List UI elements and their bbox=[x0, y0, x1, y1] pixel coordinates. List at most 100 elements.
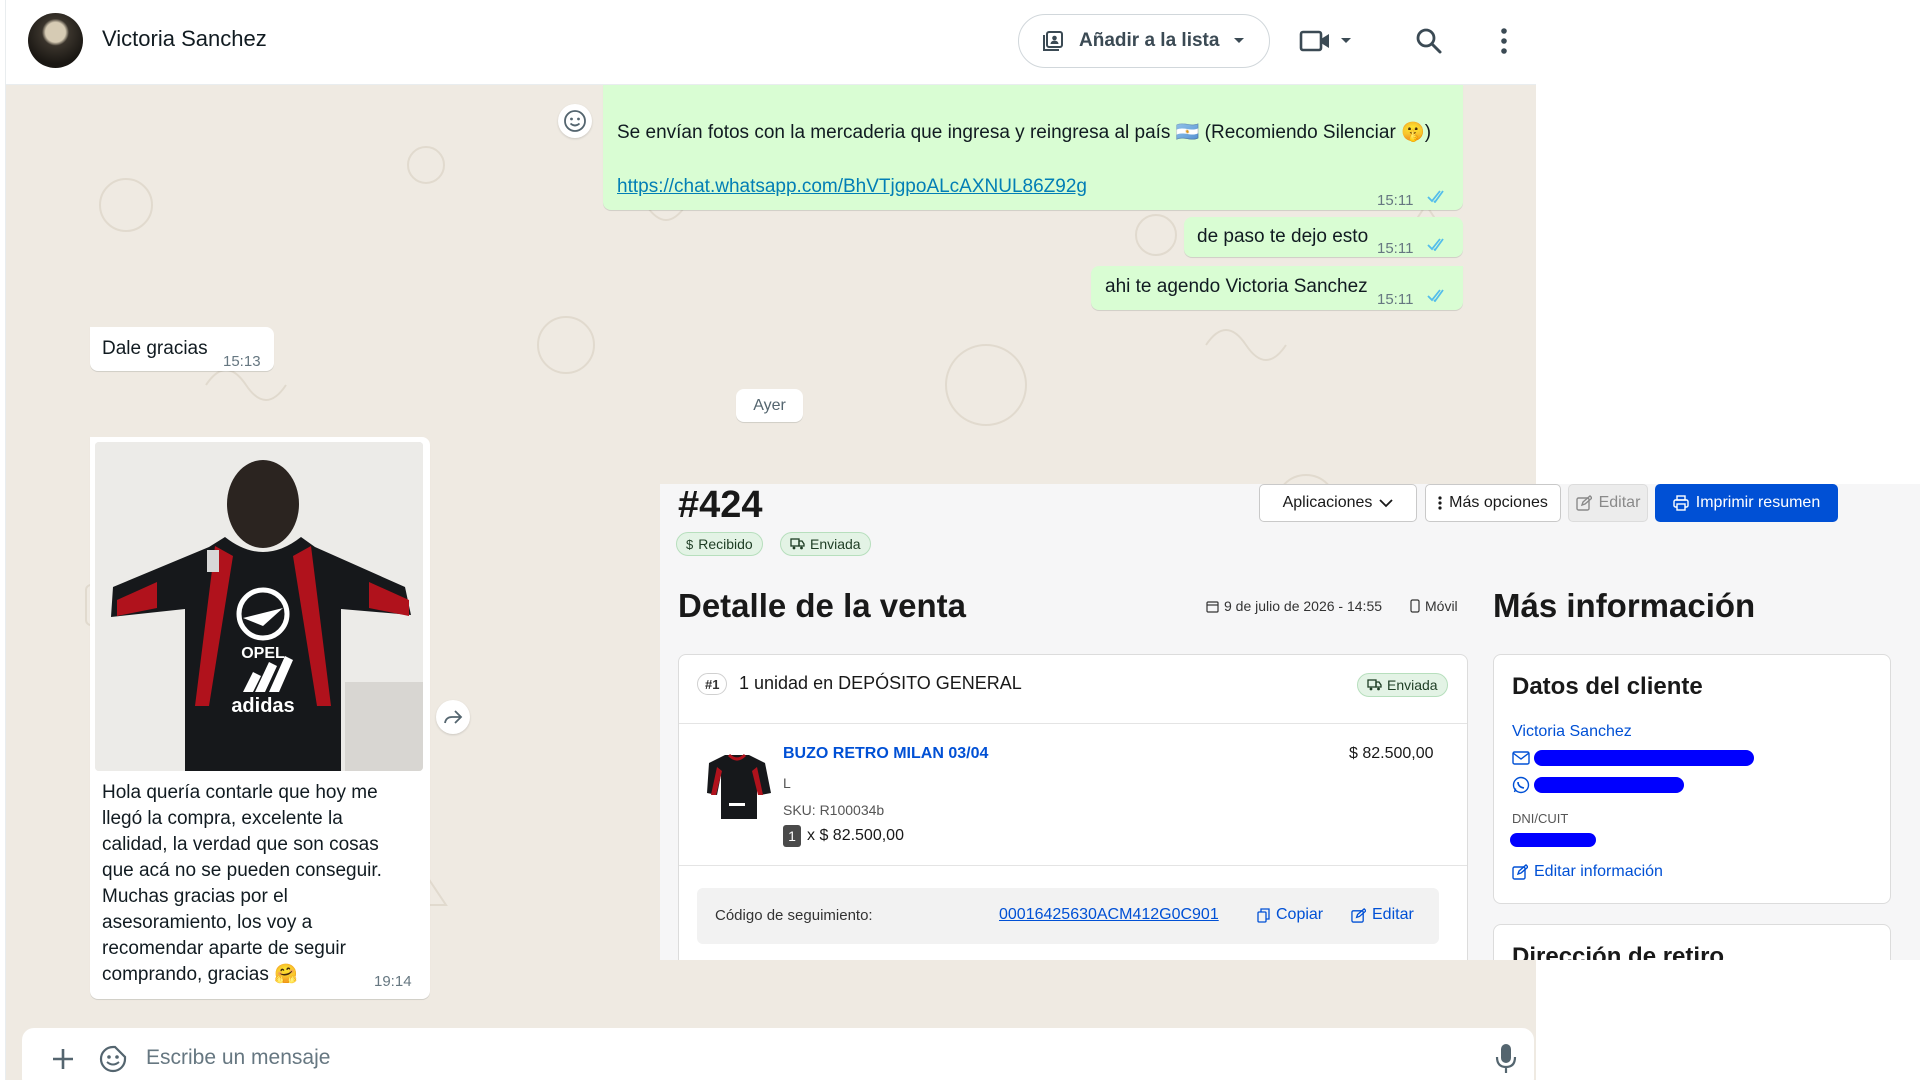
edit-order-label: Editar bbox=[1598, 494, 1641, 511]
message-time: 15:11 bbox=[1377, 192, 1414, 209]
print-summary-label: Imprimir resumen bbox=[1695, 494, 1821, 511]
message-time: 19:14 bbox=[374, 973, 412, 990]
copy-label: Copiar bbox=[1276, 906, 1324, 923]
product-quantity-line: 1 x $ 82.500,00 bbox=[783, 825, 904, 847]
sticker-button[interactable] bbox=[98, 1044, 128, 1074]
caption-line: llegó la compra, excelente la bbox=[102, 808, 343, 829]
product-sku: SKU: R100034b bbox=[783, 802, 885, 818]
microphone-icon bbox=[1495, 1044, 1517, 1073]
order-number: #424 bbox=[678, 484, 763, 526]
client-card: Datos del cliente Victoria Sanchez DNI/C… bbox=[1493, 654, 1891, 904]
caption-line: que acá no se pueden conseguir. bbox=[102, 860, 382, 881]
video-call-button[interactable] bbox=[1296, 24, 1356, 58]
quantity-badge: 1 bbox=[783, 825, 801, 847]
order-date-text: 9 de julio de 2026 - 14:55 bbox=[1224, 598, 1383, 614]
read-ticks-icon bbox=[1427, 190, 1444, 203]
truck-icon bbox=[790, 538, 805, 550]
day-divider: Ayer bbox=[736, 389, 803, 422]
message-link[interactable]: https://chat.whatsapp.com/BhVTjgpoALcAXN… bbox=[617, 174, 1087, 200]
order-date: 9 de julio de 2026 - 14:55 bbox=[1206, 598, 1382, 614]
react-button[interactable] bbox=[558, 104, 592, 138]
chat-header: Victoria Sanchez Añadir a la lista bbox=[6, 0, 1536, 85]
message-outgoing[interactable]: ahi te agendo Victoria Sanchez 15:11 bbox=[1091, 266, 1463, 310]
svg-text:OPEL: OPEL bbox=[241, 645, 285, 662]
message-text: de paso te dejo esto bbox=[1197, 226, 1369, 247]
caption-line: asesoramiento, los voy a bbox=[102, 912, 313, 933]
divider bbox=[679, 865, 1467, 866]
whatsapp-icon bbox=[1512, 776, 1530, 794]
read-ticks-icon bbox=[1427, 238, 1444, 251]
tracking-label: Código de seguimiento: bbox=[715, 907, 873, 924]
edit-icon bbox=[1351, 907, 1366, 923]
caption-line: calidad, la verdad que son cosas bbox=[102, 834, 379, 855]
avatar[interactable] bbox=[28, 13, 83, 68]
redacted-email bbox=[1534, 750, 1754, 766]
more-vert-icon bbox=[1438, 496, 1442, 510]
voice-button[interactable] bbox=[1494, 1042, 1518, 1076]
caption-line: recomendar aparte de seguir bbox=[102, 938, 346, 959]
message-input[interactable] bbox=[146, 1042, 1346, 1074]
status-badge-shipped: Enviada bbox=[780, 532, 871, 556]
edit-tracking-label: Editar bbox=[1372, 906, 1414, 923]
print-summary-button[interactable]: Imprimir resumen bbox=[1655, 484, 1838, 522]
add-to-list-button[interactable]: Añadir a la lista bbox=[1018, 14, 1270, 68]
redacted-phone bbox=[1534, 777, 1684, 793]
sticker-icon bbox=[99, 1045, 127, 1073]
message-time: 15:13 bbox=[223, 353, 261, 370]
dollar-icon: $ bbox=[686, 536, 694, 552]
tracking-code-link[interactable]: 00016425630ACM412G0C901 bbox=[999, 906, 1219, 924]
more-options-label: Más opciones bbox=[1449, 494, 1548, 511]
mail-icon bbox=[1512, 751, 1530, 765]
copy-button[interactable]: Copiar bbox=[1257, 906, 1323, 924]
edit-info-button[interactable]: Editar información bbox=[1512, 863, 1663, 881]
divider bbox=[679, 723, 1467, 724]
forward-button[interactable] bbox=[436, 700, 470, 734]
unit-price: x $ 82.500,00 bbox=[807, 827, 904, 844]
forward-icon bbox=[444, 710, 463, 724]
edit-order-button[interactable]: Editar bbox=[1568, 484, 1648, 522]
more-info-title: Más información bbox=[1493, 587, 1756, 624]
search-icon bbox=[1416, 28, 1442, 54]
shipment-summary: 1 unidad en DEPÓSITO GENERAL bbox=[739, 673, 1022, 693]
order-channel-text: Móvil bbox=[1425, 598, 1458, 614]
order-panel: #424 Aplicaciones Más opciones Editar Im… bbox=[660, 484, 1920, 960]
status-badge-label: Recibido bbox=[698, 536, 753, 552]
contact-name[interactable]: Victoria Sanchez bbox=[102, 26, 267, 52]
menu-button[interactable] bbox=[1492, 24, 1516, 58]
product-variant: L bbox=[783, 775, 791, 791]
caption-line: Muchas gracias por el bbox=[102, 886, 288, 907]
message-photo[interactable]: OPEL adidas bbox=[95, 442, 423, 771]
order-channel: Móvil bbox=[1410, 598, 1458, 614]
message-incoming[interactable]: Dale gracias 15:13 bbox=[90, 327, 274, 371]
calendar-icon bbox=[1206, 600, 1219, 613]
list-add-icon bbox=[1043, 31, 1063, 51]
product-thumbnail[interactable] bbox=[699, 747, 775, 823]
apps-button[interactable]: Aplicaciones bbox=[1259, 484, 1417, 522]
sale-detail-title: Detalle de la venta bbox=[678, 587, 966, 624]
line-total: $ 82.500,00 bbox=[1349, 745, 1434, 762]
search-button[interactable] bbox=[1412, 24, 1446, 58]
shipment-status-label: Enviada bbox=[1387, 677, 1438, 693]
mobile-icon bbox=[1410, 599, 1420, 613]
image-caption: Hola quería contarle que hoy me llegó la… bbox=[102, 780, 402, 988]
caption-line: Hola quería contarle que hoy me bbox=[102, 782, 378, 803]
caption-line: comprando, gracias 🤗 bbox=[102, 964, 298, 985]
status-badge-paid: $ Recibido bbox=[676, 532, 763, 556]
truck-icon bbox=[1367, 679, 1382, 691]
dni-label: DNI/CUIT bbox=[1512, 811, 1569, 826]
message-time: 15:11 bbox=[1377, 291, 1414, 308]
message-time: 15:11 bbox=[1377, 240, 1414, 257]
shipment-index: #1 bbox=[697, 673, 728, 695]
more-vert-icon bbox=[1501, 28, 1507, 54]
more-options-button[interactable]: Más opciones bbox=[1425, 484, 1561, 522]
attach-button[interactable] bbox=[48, 1044, 78, 1074]
product-name-link[interactable]: BUZO RETRO MILAN 03/04 bbox=[783, 745, 988, 763]
client-name-link[interactable]: Victoria Sanchez bbox=[1512, 723, 1632, 741]
message-outgoing[interactable]: de paso te dejo esto 15:11 bbox=[1184, 217, 1463, 257]
message-outgoing[interactable]: Se envían fotos con la mercaderia que in… bbox=[603, 85, 1463, 210]
edit-tracking-button[interactable]: Editar bbox=[1351, 906, 1414, 924]
svg-text:adidas: adidas bbox=[231, 695, 294, 717]
message-text: Se envían fotos con la mercaderia que in… bbox=[617, 122, 1432, 143]
apps-label: Aplicaciones bbox=[1282, 494, 1373, 511]
edit-icon bbox=[1575, 495, 1592, 511]
